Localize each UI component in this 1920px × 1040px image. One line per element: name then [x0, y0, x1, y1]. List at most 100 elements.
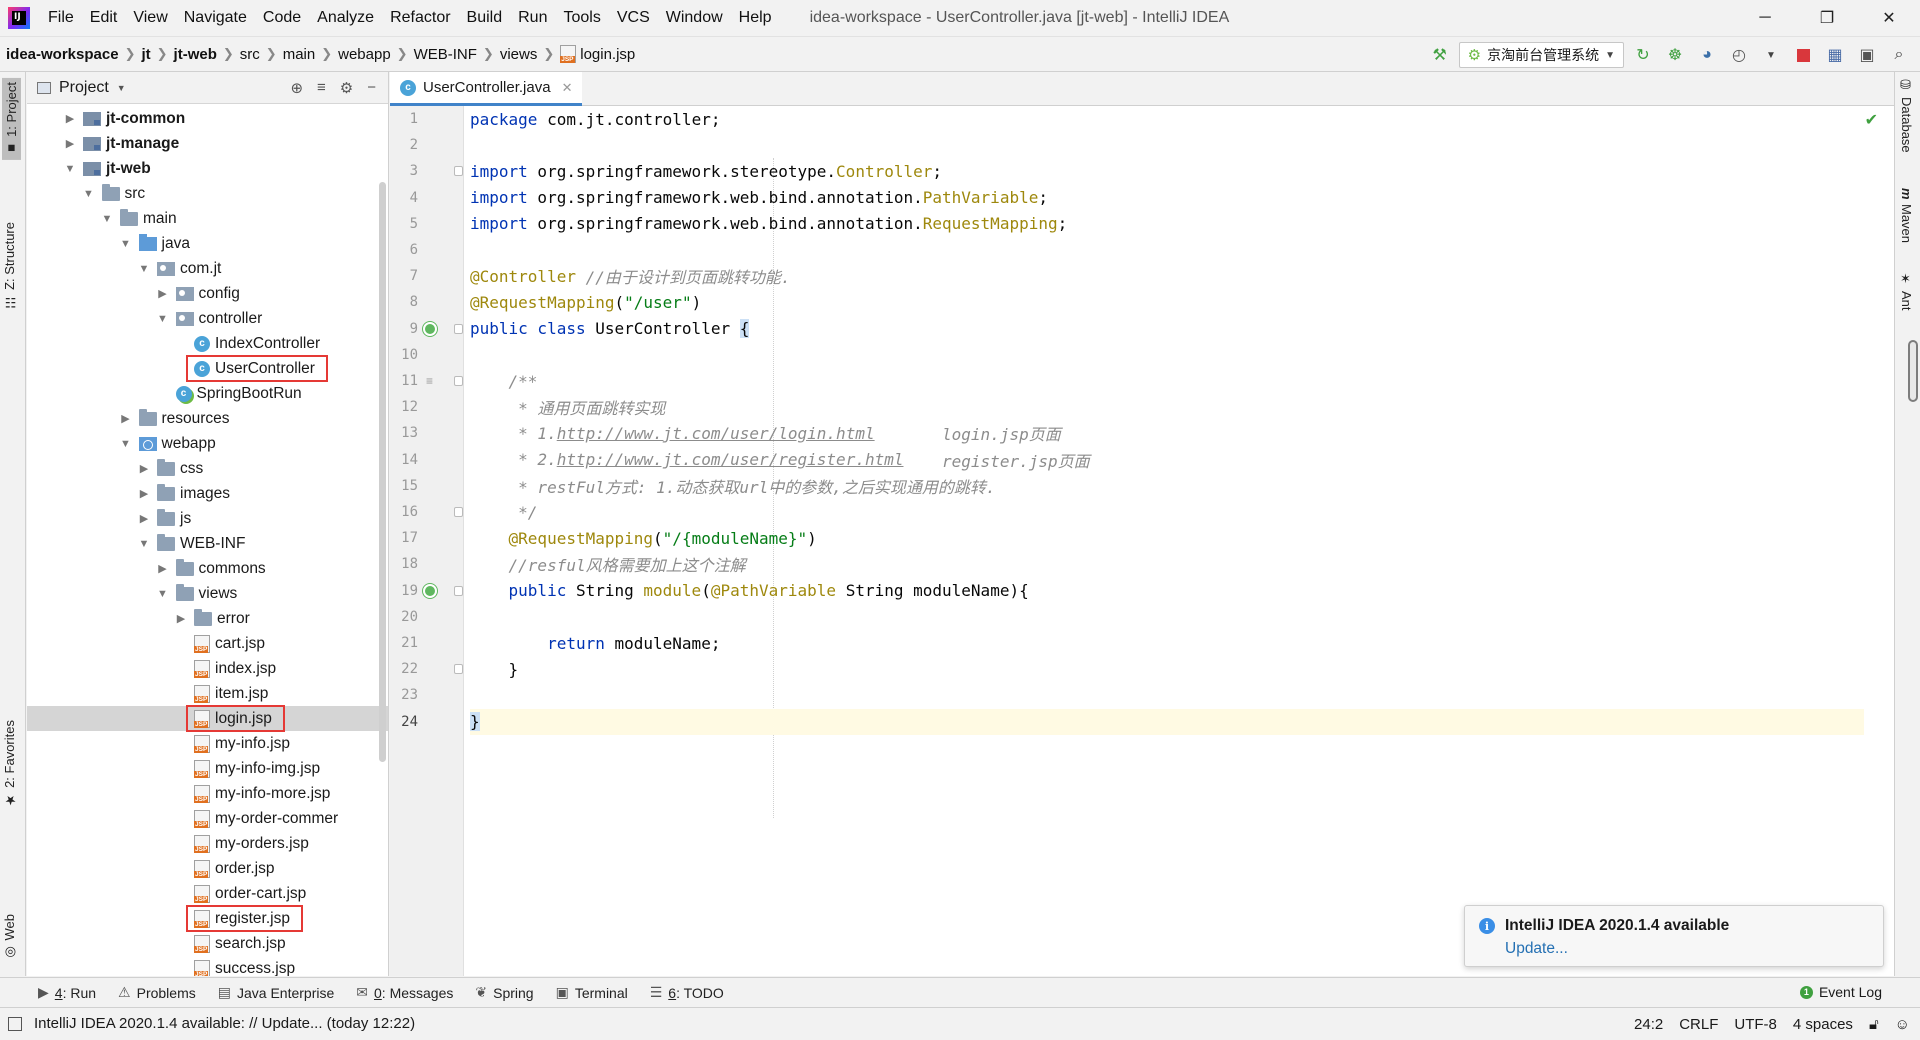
- gutter-line[interactable]: 4: [390, 185, 464, 211]
- gutter-line[interactable]: 14: [390, 447, 464, 473]
- code-line[interactable]: import org.springframework.stereotype. Co…: [470, 158, 1864, 184]
- tab-java-enterprise[interactable]: ▤ Java Enterprise: [218, 984, 335, 1001]
- tab-spring[interactable]: ❦ Spring: [475, 984, 533, 1001]
- collapse-arrow-icon[interactable]: ▼: [100, 213, 114, 225]
- tree-item[interactable]: c SpringBootRun: [27, 381, 388, 406]
- collapse-arrow-icon[interactable]: ▼: [119, 238, 133, 250]
- indent-setting[interactable]: 4 spaces: [1793, 1016, 1853, 1033]
- gutter-line[interactable]: 2: [390, 132, 464, 158]
- menu-navigate[interactable]: Navigate: [176, 9, 255, 27]
- javadoc-toggle-icon[interactable]: ≡: [426, 374, 433, 388]
- gutter-line[interactable]: 11 ≡: [390, 368, 464, 394]
- build-hammer-icon[interactable]: ⚒: [1427, 42, 1453, 68]
- close-icon[interactable]: ✕: [562, 80, 573, 96]
- breadcrumb-item[interactable]: views: [494, 46, 544, 63]
- tree-item[interactable]: ▶ jt-common: [27, 106, 388, 131]
- minimize-icon[interactable]: ─: [1734, 0, 1796, 36]
- tree-item[interactable]: register.jsp: [27, 905, 388, 932]
- expand-arrow-icon[interactable]: ▶: [63, 112, 77, 125]
- tree-item[interactable]: ▶ jt-manage: [27, 131, 388, 156]
- tab-structure[interactable]: ☷ Z: Structure: [2, 222, 17, 309]
- line-separator[interactable]: CRLF: [1679, 1016, 1718, 1033]
- tree-item[interactable]: c UserController: [27, 355, 388, 382]
- code-line[interactable]: package com.jt.controller;: [470, 106, 1864, 132]
- tab-user-controller[interactable]: c UserController.java ✕: [390, 72, 583, 106]
- tree-item[interactable]: ▶ error: [27, 606, 388, 631]
- tree-item[interactable]: my-info.jsp: [27, 731, 388, 756]
- inspection-ok-icon[interactable]: ✔: [1865, 110, 1878, 130]
- menu-file[interactable]: File: [40, 9, 82, 27]
- tab-favorites[interactable]: ★ 2: Favorites: [2, 720, 17, 807]
- code-line[interactable]: @RequestMapping("/user"): [470, 289, 1864, 315]
- fold-marker-icon[interactable]: [454, 664, 463, 675]
- code-line[interactable]: * restFul方式: 1.动态获取url中的参数,之后实现通用的跳转.: [470, 473, 1864, 499]
- project-panel-title[interactable]: Project: [59, 79, 109, 97]
- code-line[interactable]: public String module(@PathVariable Strin…: [470, 578, 1864, 604]
- collapse-arrow-icon[interactable]: ▼: [119, 438, 133, 450]
- menu-refactor[interactable]: Refactor: [382, 9, 458, 27]
- tree-item[interactable]: ▼ java: [27, 231, 388, 256]
- code-line[interactable]: * 1. http://www.jt.com/user/login.html lo…: [470, 420, 1864, 446]
- tab-maven[interactable]: m Maven: [1899, 188, 1914, 243]
- tab-messages[interactable]: ✉ 0: Messages: [356, 984, 453, 1001]
- gutter-line[interactable]: 5: [390, 211, 464, 237]
- locate-icon[interactable]: ⊕: [290, 79, 303, 97]
- menu-run[interactable]: Run: [510, 9, 555, 27]
- expand-arrow-icon[interactable]: ▶: [156, 287, 170, 300]
- collapse-all-icon[interactable]: ≡: [317, 79, 326, 97]
- breadcrumb-item[interactable]: jt: [135, 46, 156, 63]
- tree-item[interactable]: cart.jsp: [27, 631, 388, 656]
- code-line[interactable]: import org.springframework.web.bind.anno…: [470, 185, 1864, 211]
- menu-help[interactable]: Help: [731, 9, 780, 27]
- code-line[interactable]: [470, 237, 1864, 263]
- tree-item[interactable]: ▼ com.jt: [27, 256, 388, 281]
- fold-marker-icon[interactable]: [454, 376, 463, 387]
- code-line[interactable]: @Controller //由于设计到页面跳转功能.: [470, 263, 1864, 289]
- fold-marker-icon[interactable]: [454, 166, 463, 177]
- tree-scrollbar[interactable]: [379, 182, 386, 762]
- expand-arrow-icon[interactable]: ▶: [137, 512, 151, 525]
- caret-position[interactable]: 24:2: [1634, 1016, 1663, 1033]
- doc-link[interactable]: http://www.jt.com/user/login.html: [557, 424, 875, 443]
- tree-item[interactable]: my-order-commer: [27, 806, 388, 831]
- expand-arrow-icon[interactable]: ▶: [63, 137, 77, 150]
- tree-item[interactable]: ▼ jt-web: [27, 156, 388, 181]
- tree-item[interactable]: ▼ main: [27, 206, 388, 231]
- breadcrumb-item[interactable]: jt-web: [168, 46, 223, 63]
- expand-arrow-icon[interactable]: ▶: [119, 412, 133, 425]
- collapse-arrow-icon[interactable]: ▼: [63, 163, 77, 175]
- tree-item[interactable]: my-info-img.jsp: [27, 756, 388, 781]
- event-log-button[interactable]: 1 Event Log: [1799, 984, 1882, 1000]
- code-line[interactable]: public class UserController {: [470, 316, 1864, 342]
- tree-item[interactable]: ▶ images: [27, 481, 388, 506]
- collapse-arrow-icon[interactable]: ▼: [137, 538, 151, 550]
- tree-item[interactable]: search.jsp: [27, 931, 388, 956]
- code-line[interactable]: [470, 132, 1864, 158]
- hector-icon[interactable]: ☺: [1895, 1016, 1910, 1033]
- menu-tools[interactable]: Tools: [555, 9, 608, 27]
- tab-database[interactable]: ⛁ Database: [1899, 78, 1914, 153]
- breadcrumb-item[interactable]: idea-workspace: [0, 46, 125, 63]
- tree-item[interactable]: order-cart.jsp: [27, 881, 388, 906]
- code-line[interactable]: [470, 604, 1864, 630]
- gutter-line[interactable]: 21: [390, 630, 464, 656]
- gutter-line[interactable]: 16: [390, 499, 464, 525]
- tab-terminal[interactable]: ▣ Terminal: [556, 984, 628, 1001]
- tree-item[interactable]: ▶ resources: [27, 406, 388, 431]
- breadcrumb-item[interactable]: main: [277, 46, 322, 63]
- code-editor[interactable]: 1 2 3 4 5 6 7 8 9 10 11 ≡ 12 13 14 15 16 17 18 19 20 21 22 23 24…: [390, 106, 1894, 976]
- restore-icon[interactable]: ❐: [1796, 0, 1858, 36]
- tree-item[interactable]: my-info-more.jsp: [27, 781, 388, 806]
- gear-icon[interactable]: ⚙: [340, 79, 353, 97]
- lock-icon[interactable]: 🔓︎: [1869, 1016, 1879, 1033]
- status-message[interactable]: IntelliJ IDEA 2020.1.4 available: // Upd…: [34, 1015, 415, 1032]
- code-line[interactable]: /**: [470, 368, 1864, 394]
- tab-todo[interactable]: ☰ 6: TODO: [650, 984, 724, 1001]
- gutter-line[interactable]: 15: [390, 473, 464, 499]
- code-line[interactable]: }: [470, 656, 1864, 682]
- tree-item[interactable]: index.jsp: [27, 656, 388, 681]
- gutter-line[interactable]: 7: [390, 263, 464, 289]
- gutter-line[interactable]: 18: [390, 551, 464, 577]
- gutter-line[interactable]: 19: [390, 578, 464, 604]
- code-line[interactable]: import org.springframework.web.bind.anno…: [470, 211, 1864, 237]
